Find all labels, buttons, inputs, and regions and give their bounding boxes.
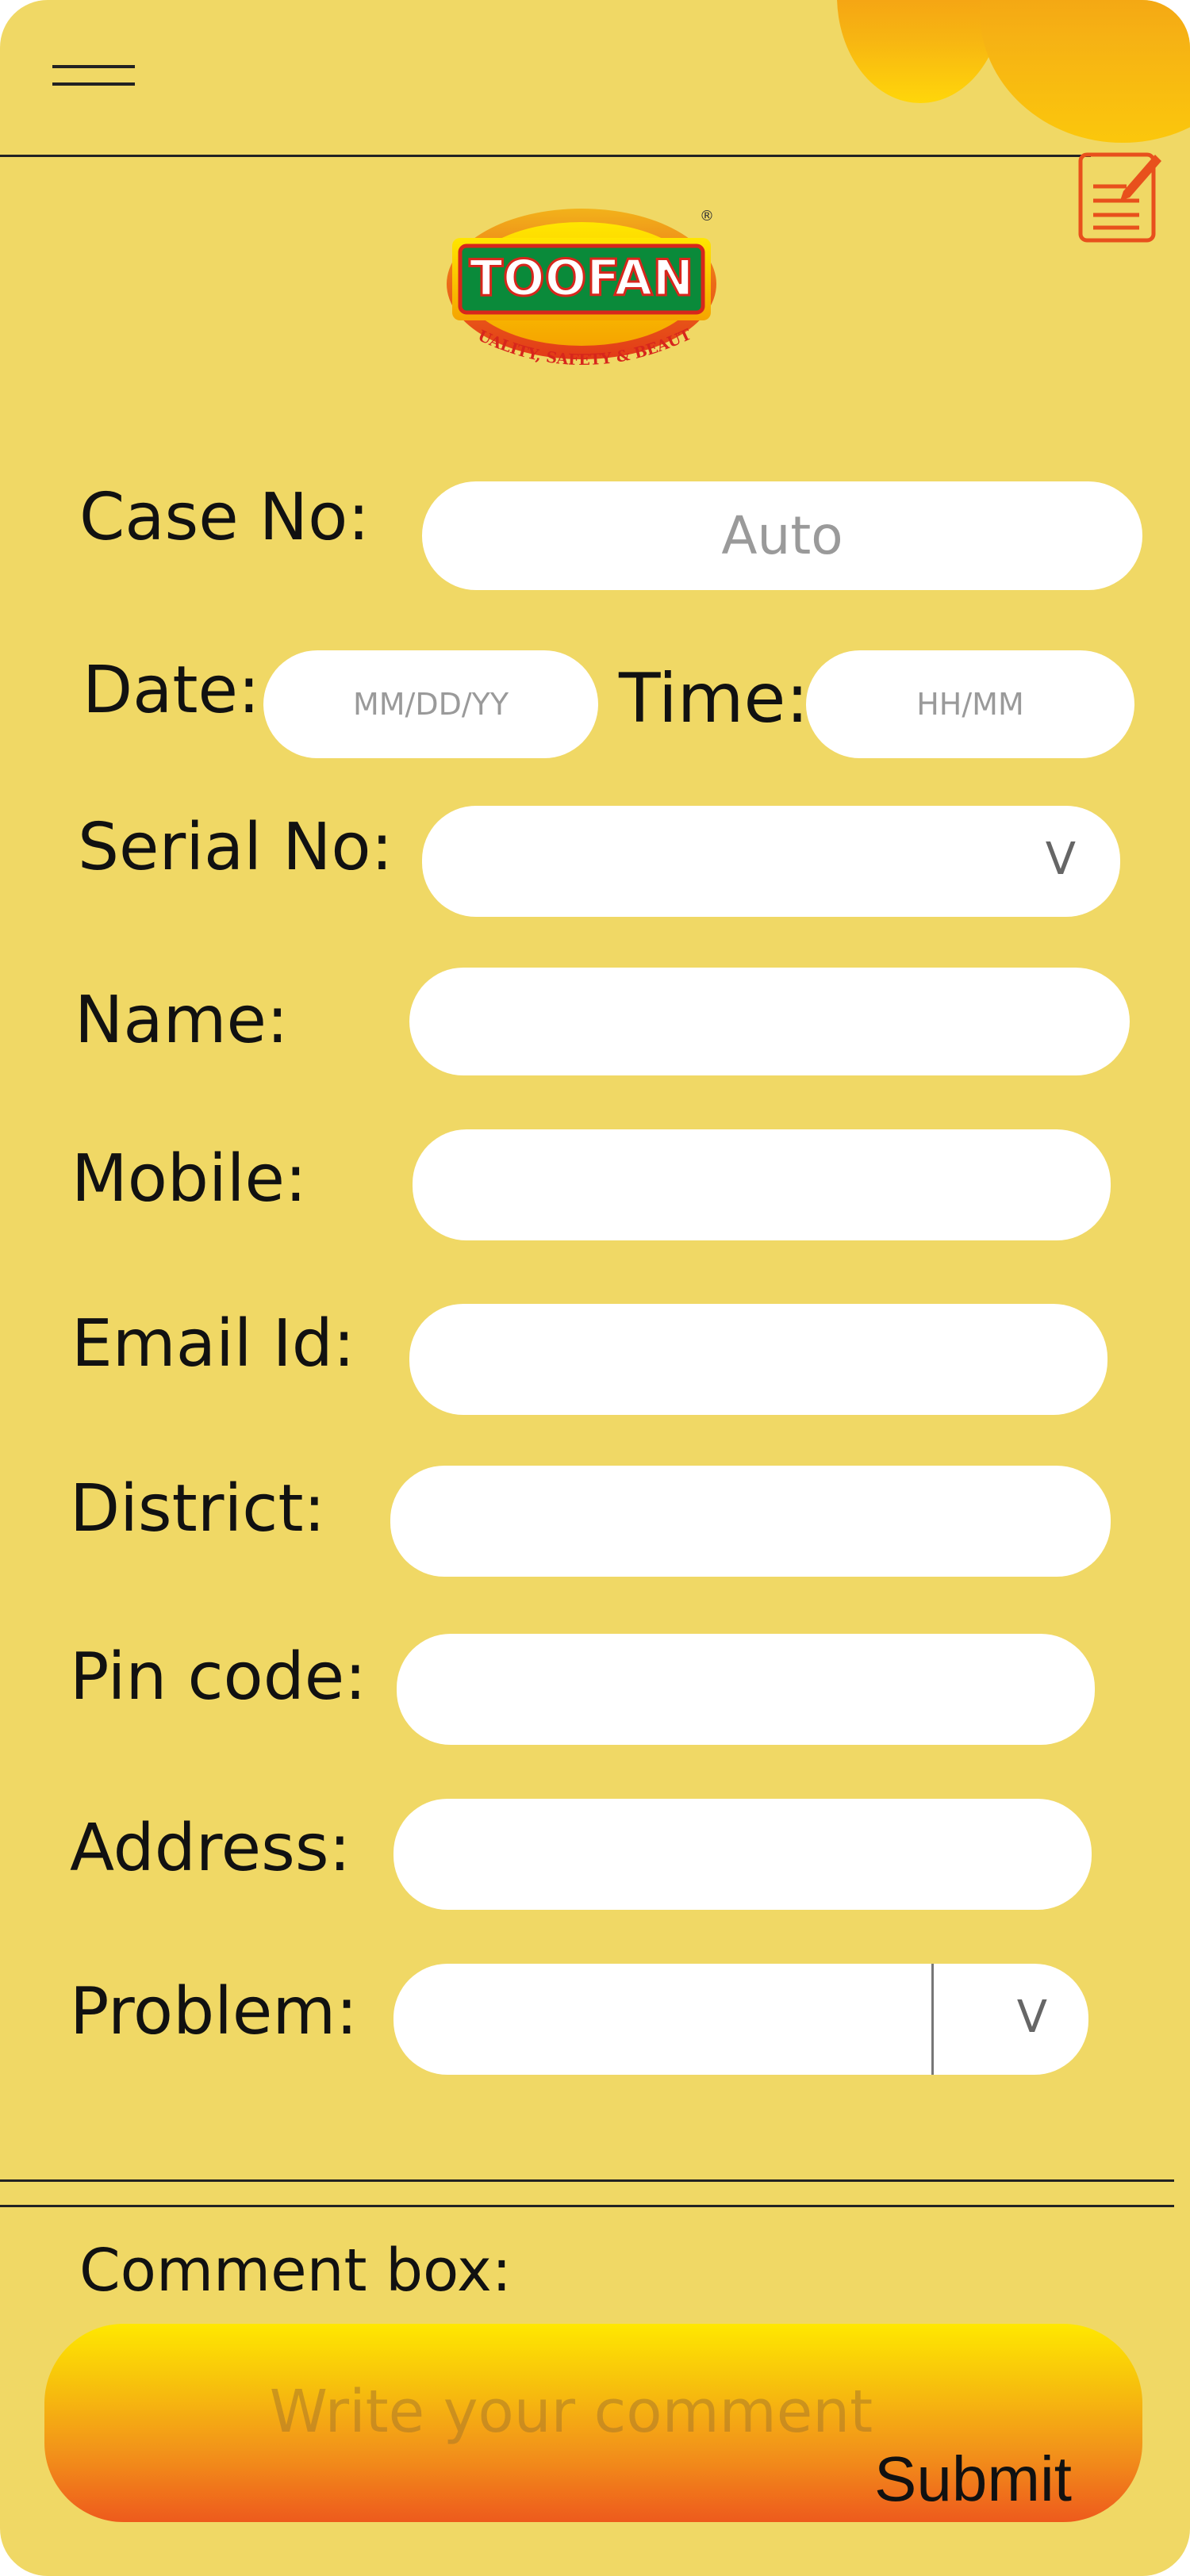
district-field[interactable] bbox=[390, 1466, 1111, 1577]
time-placeholder: HH/MM bbox=[916, 687, 1024, 722]
toofan-logo: TOOFAN QUALITY, SAFETY & BEAUTY ® bbox=[443, 205, 716, 369]
edit-note-icon[interactable] bbox=[1077, 147, 1165, 243]
district-label: District: bbox=[70, 1471, 326, 1547]
time-field[interactable]: HH/MM bbox=[806, 650, 1134, 758]
time-label: Time: bbox=[619, 659, 809, 738]
chevron-down-icon: V bbox=[1016, 1991, 1047, 2043]
name-label: Name: bbox=[75, 983, 289, 1058]
case-no-field[interactable]: Auto bbox=[422, 481, 1142, 590]
decorative-blob bbox=[837, 0, 1004, 103]
date-placeholder: MM/DD/YY bbox=[352, 687, 509, 722]
serial-no-select[interactable]: V bbox=[422, 806, 1120, 917]
chevron-down-icon: V bbox=[1045, 834, 1076, 885]
submit-button[interactable]: Submit bbox=[874, 2443, 1072, 2516]
date-field[interactable]: MM/DD/YY bbox=[263, 650, 598, 758]
email-field[interactable] bbox=[409, 1304, 1107, 1415]
form-screen: TOOFAN QUALITY, SAFETY & BEAUTY ® Case N… bbox=[0, 0, 1190, 2576]
mobile-field[interactable] bbox=[413, 1129, 1111, 1240]
pincode-field[interactable] bbox=[397, 1634, 1095, 1745]
mobile-label: Mobile: bbox=[71, 1141, 307, 1217]
address-field[interactable] bbox=[393, 1799, 1092, 1910]
comment-label: Comment box: bbox=[79, 2237, 512, 2305]
svg-text:®: ® bbox=[700, 208, 714, 224]
serial-no-label: Serial No: bbox=[78, 810, 393, 885]
problem-label: Problem: bbox=[70, 1974, 358, 2049]
header-divider bbox=[0, 155, 1091, 157]
decorative-blob bbox=[980, 0, 1190, 143]
date-label: Date: bbox=[83, 653, 260, 728]
case-no-placeholder: Auto bbox=[721, 505, 843, 566]
comment-placeholder: Write your comment bbox=[269, 2378, 873, 2446]
problem-select[interactable]: V bbox=[393, 1964, 1088, 2075]
name-field[interactable] bbox=[409, 968, 1130, 1075]
section-divider bbox=[0, 2179, 1174, 2182]
pincode-label: Pin code: bbox=[70, 1639, 367, 1715]
section-divider bbox=[0, 2205, 1174, 2207]
case-no-label: Case No: bbox=[79, 480, 370, 555]
address-label: Address: bbox=[70, 1811, 351, 1886]
email-label: Email Id: bbox=[71, 1306, 355, 1382]
menu-icon[interactable] bbox=[52, 65, 135, 87]
select-separator bbox=[931, 1964, 934, 2075]
svg-text:TOOFAN: TOOFAN bbox=[470, 249, 694, 307]
